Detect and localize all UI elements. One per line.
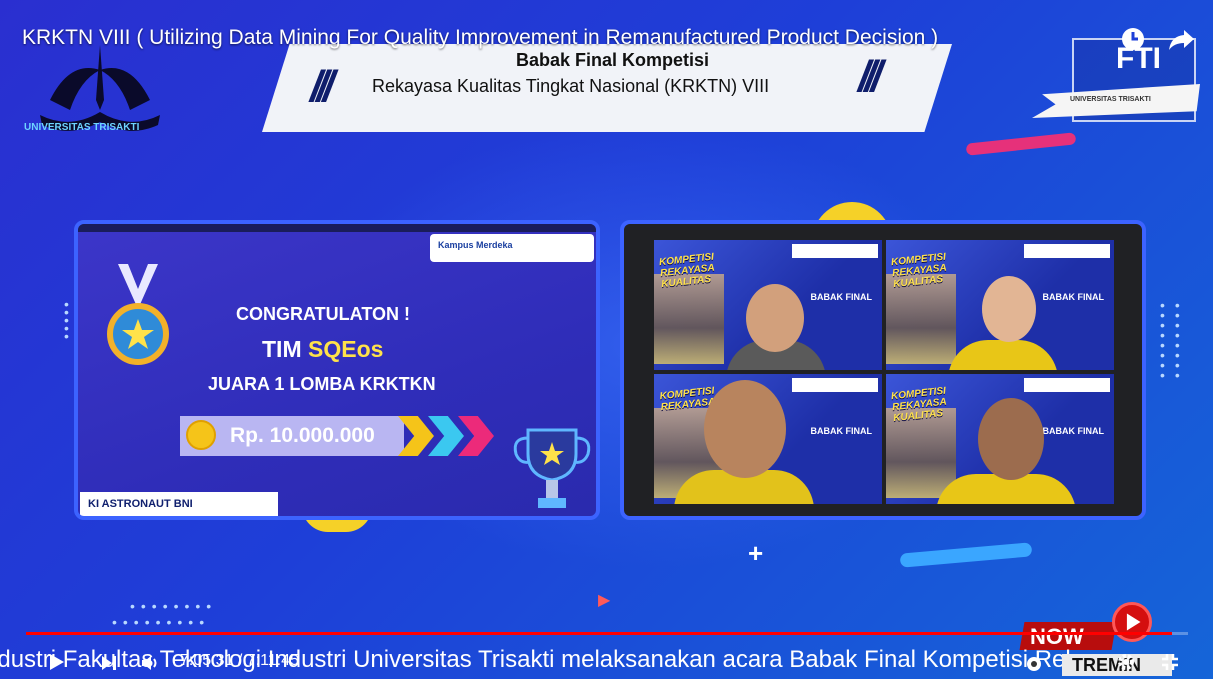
decor-triangle: ▶ <box>598 592 611 609</box>
sponsor-text-top: Kampus Merdeka <box>438 240 513 250</box>
decor-dots: •••••••• <box>130 598 218 614</box>
participant-body <box>948 340 1058 370</box>
participant-tile: KOMPETISI REKAYASA BABAK FINAL <box>654 374 882 504</box>
participant-face <box>982 276 1036 342</box>
video-frame[interactable]: UNIVERSITAS TRISAKTI /// /// Babak Final… <box>0 0 1213 679</box>
team-heading: TIM SQEos <box>262 336 383 363</box>
sponsor-logos-bottom: KI ASTRONAUT BNI <box>80 492 278 516</box>
tile-sponsor-logos <box>792 378 878 392</box>
exit-fullscreen-icon[interactable] <box>1160 652 1180 672</box>
tile-sponsor-logos <box>792 244 878 258</box>
banner-subheading: Rekayasa Kualitas Tingkat Nasional (KRKT… <box>372 76 770 96</box>
sponsor-text-bottom: KI ASTRONAUT BNI <box>88 498 193 510</box>
tile-sponsor-logos <box>1024 244 1110 258</box>
congratulation-slide: Kampus Merdeka CONGRATULATON ! TIM SQEos… <box>74 220 600 520</box>
now-play-icon <box>1112 602 1152 642</box>
decor-dots-2: ••••••••• <box>112 614 211 630</box>
banner-heading: Babak Final Kompetisi <box>516 50 710 70</box>
banner-stripes-left: /// <box>310 62 335 111</box>
tile-sponsor-logos <box>1024 378 1110 392</box>
tile-babak-label: BABAK FINAL <box>810 292 873 302</box>
tile-babak-label: BABAK FINAL <box>1042 426 1105 436</box>
participant-face <box>704 380 786 478</box>
video-call-grid: KOMPETISI REKAYASA KUALITAS BABAK FINAL … <box>620 220 1146 520</box>
banner-stripes-right: /// <box>858 52 883 101</box>
video-progress-bar[interactable] <box>26 632 1188 635</box>
video-progress-fill <box>26 632 1172 635</box>
tile-babak-label: BABAK FINAL <box>1042 292 1105 302</box>
volume-icon[interactable] <box>140 654 160 672</box>
decor-dots-grid: •• •• •• •• •• •• •• •• <box>1160 297 1190 383</box>
decor-dots-vertical: • • • • • <box>64 296 69 344</box>
slide-window-bar <box>78 224 596 232</box>
team-name: SQEos <box>308 336 384 362</box>
tile-title: KOMPETISI REKAYASA KUALITAS <box>658 251 715 291</box>
play-icon[interactable] <box>46 652 66 672</box>
time-display: 7:05:31 / 7:11:45 <box>180 652 299 669</box>
university-name: UNIVERSITAS TRISAKTI <box>24 122 140 133</box>
prize-amount: Rp. 10.000.000 <box>230 424 375 447</box>
sponsor-logos-top: Kampus Merdeka <box>430 234 594 262</box>
participant-face <box>746 284 804 352</box>
congratulation-heading: CONGRATULATON ! <box>236 304 410 324</box>
participant-tile: KOMPETISI REKAYASA KUALITAS BABAK FINAL <box>654 240 882 370</box>
video-title[interactable]: KRKTN VIII ( Utilizing Data Mining For Q… <box>22 26 938 50</box>
participant-face <box>978 398 1044 480</box>
faculty-logo-subtitle: UNIVERSITAS TRISAKTI <box>1070 96 1151 103</box>
coin-icon <box>186 420 216 450</box>
autoplay-toggle-icon[interactable] <box>1024 654 1044 674</box>
participant-tile: KOMPETISI REKAYASA KUALITAS BABAK FINAL <box>886 374 1114 504</box>
share-icon[interactable] <box>1166 24 1196 54</box>
tile-babak-label: BABAK FINAL <box>810 426 873 436</box>
gear-icon[interactable] <box>1116 652 1136 672</box>
ticker-text: ndustri Fakultas Teknologi Industri Univ… <box>0 646 1078 673</box>
tile-title: KOMPETISI REKAYASA KUALITAS <box>890 251 947 291</box>
award-title: JUARA 1 LOMBA KRKTKN <box>208 374 436 394</box>
next-icon[interactable] <box>100 654 118 672</box>
trophy-icon <box>513 428 591 508</box>
tile-title: KOMPETISI REKAYASA KUALITAS <box>890 385 947 425</box>
participant-tile: KOMPETISI REKAYASA KUALITAS BABAK FINAL <box>886 240 1114 370</box>
team-prefix: TIM <box>262 336 302 362</box>
decor-plus: + <box>748 538 764 568</box>
medal-icon <box>107 264 169 365</box>
clock-icon[interactable] <box>1118 24 1148 54</box>
